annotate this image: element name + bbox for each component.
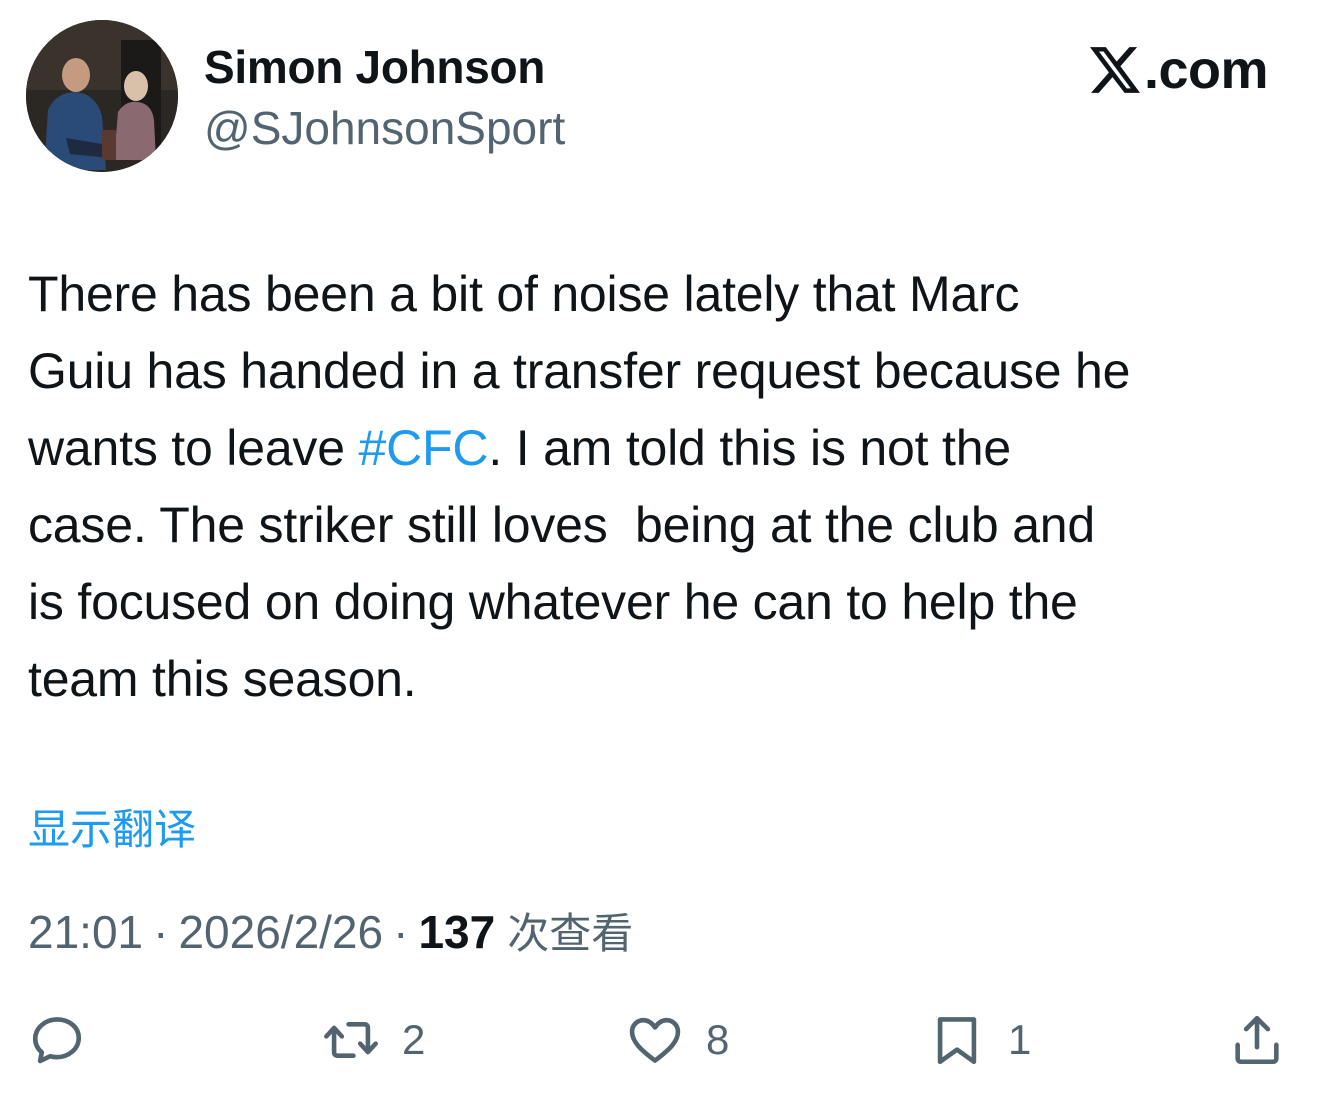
share-icon bbox=[1235, 1015, 1279, 1065]
hashtag-link[interactable]: #CFC bbox=[359, 420, 489, 476]
avatar-photo bbox=[26, 20, 178, 172]
heart-icon bbox=[629, 1017, 681, 1063]
tweet-line: Guiu has handed in a transfer request be… bbox=[28, 343, 1131, 399]
x-logo-icon bbox=[1089, 47, 1140, 93]
tweet-card: Simon Johnson @SJohnsonSport .com There … bbox=[0, 0, 1320, 1112]
tweet-line: wants to leave #CFC. I am told this is n… bbox=[28, 410, 1303, 487]
display-name[interactable]: Simon Johnson bbox=[204, 40, 545, 94]
meta-separator: · bbox=[393, 906, 409, 958]
reply-icon bbox=[32, 1017, 82, 1064]
brand-domain: .com bbox=[1143, 40, 1269, 100]
avatar[interactable] bbox=[26, 20, 178, 172]
bookmark-icon bbox=[937, 1017, 977, 1065]
views-count: 137 bbox=[418, 906, 496, 958]
tweet-text: There has been a bit of noise lately tha… bbox=[28, 256, 1303, 718]
show-translation-link[interactable]: 显示翻译 bbox=[28, 796, 196, 857]
brand-mark: .com bbox=[1089, 38, 1269, 102]
reply-button[interactable] bbox=[28, 1008, 86, 1072]
post-date[interactable]: 2026/2/26 bbox=[178, 905, 383, 959]
bookmark-button[interactable]: 1 bbox=[928, 1008, 1031, 1072]
bookmark-count: 1 bbox=[1008, 1016, 1032, 1063]
tweet-line: is focused on doing whatever he can to h… bbox=[28, 574, 1078, 630]
tweet-line: case. The striker still loves being at t… bbox=[28, 497, 1096, 553]
retweet-icon bbox=[324, 1021, 378, 1059]
share-button[interactable] bbox=[1228, 1008, 1286, 1072]
meta-separator: · bbox=[153, 906, 169, 958]
tweet-line: team this season. bbox=[28, 651, 417, 707]
post-time[interactable]: 21:01 bbox=[28, 905, 143, 959]
user-handle[interactable]: @SJohnsonSport bbox=[204, 101, 565, 155]
tweet-line: There has been a bit of noise lately tha… bbox=[28, 266, 1020, 322]
tweet-text-fragment: wants to leave bbox=[28, 420, 359, 476]
tweet-text-fragment: . I am told this is not the bbox=[488, 420, 1011, 476]
like-count: 8 bbox=[706, 1016, 730, 1063]
tweet-meta: 21:01 · 2026/2/26 · 137 次查看 bbox=[28, 900, 633, 961]
action-bar: 2 8 1 bbox=[0, 1008, 1320, 1072]
retweet-button[interactable]: 2 bbox=[322, 1008, 425, 1072]
views-label: 次查看 bbox=[507, 909, 634, 958]
like-button[interactable]: 8 bbox=[626, 1008, 729, 1072]
retweet-count: 2 bbox=[402, 1016, 426, 1063]
